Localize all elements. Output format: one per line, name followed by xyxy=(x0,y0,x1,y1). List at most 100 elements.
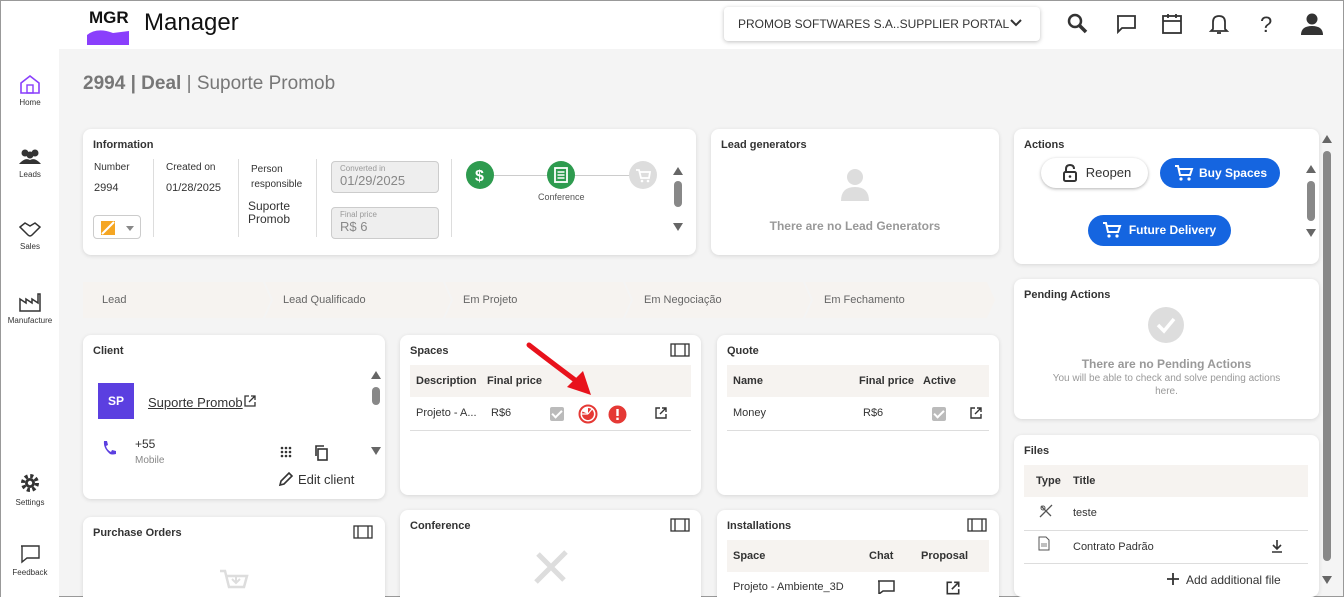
gear-icon xyxy=(21,474,39,492)
drafting-tools-icon xyxy=(1039,504,1053,518)
deal-type: Deal xyxy=(141,73,182,94)
created-value: 01/28/2025 xyxy=(166,182,222,194)
cart-placeholder-icon xyxy=(220,569,249,589)
page-title: 2994 | Deal | Suporte Promob xyxy=(83,73,335,95)
handshake-icon xyxy=(18,222,42,237)
pipeline-stage-lead[interactable]: Lead xyxy=(102,282,126,318)
sidebar-item-feedback[interactable]: Feedback xyxy=(1,543,59,577)
download-icon[interactable] xyxy=(1270,539,1284,553)
step-connector xyxy=(493,175,553,176)
information-card: Information Number 2994 Created on 01/28… xyxy=(83,129,696,255)
chat-icon[interactable] xyxy=(877,580,895,594)
alert-icon[interactable] xyxy=(608,405,627,424)
buy-spaces-button[interactable]: Buy Spaces xyxy=(1160,158,1280,188)
external-link-icon[interactable] xyxy=(969,406,983,420)
chat-icon[interactable] xyxy=(1113,11,1139,37)
calendar-icon[interactable] xyxy=(1159,11,1185,37)
quote-table-header: Name Final price Active xyxy=(727,365,989,397)
scrollbar-thumb[interactable] xyxy=(1307,181,1315,221)
check-circle-icon xyxy=(1148,307,1184,343)
deal-name: Suporte Promob xyxy=(196,73,336,94)
copy-icon[interactable] xyxy=(314,445,330,461)
app-title: Manager xyxy=(144,9,239,36)
row-divider xyxy=(727,430,989,431)
external-link-icon[interactable] xyxy=(945,580,961,596)
caret-down-icon xyxy=(126,226,134,231)
future-delivery-button[interactable]: Future Delivery xyxy=(1088,215,1231,246)
dialpad-icon[interactable] xyxy=(280,446,292,460)
title-separator: | xyxy=(186,73,192,94)
svg-text:?: ? xyxy=(1260,12,1272,37)
reopen-button[interactable]: Reopen xyxy=(1041,158,1148,188)
quote-title: Quote xyxy=(727,345,759,357)
help-icon[interactable]: ? xyxy=(1253,11,1279,37)
add-file-button[interactable]: Add additional file xyxy=(1166,572,1281,587)
step-connector xyxy=(573,175,633,176)
deal-id: 2994 xyxy=(83,73,126,94)
pipeline-stage-em-projeto[interactable]: Em Projeto xyxy=(463,282,517,318)
portal-select[interactable]: PROMOB SOFTWARES S.A..SUPPLIER PORTAL xyxy=(724,7,1040,41)
file-title[interactable]: teste xyxy=(1073,507,1097,519)
pipeline-stage-em-fechamento[interactable]: Em Fechamento xyxy=(824,282,905,318)
person-placeholder-icon xyxy=(841,169,869,201)
dollar-icon[interactable]: $ xyxy=(466,161,494,189)
scroll-up-icon[interactable] xyxy=(371,371,381,379)
document-icon[interactable] xyxy=(547,161,575,189)
pipeline-stage-lead-qualificado[interactable]: Lead Qualificado xyxy=(283,282,366,318)
edit-client-button[interactable]: Edit client xyxy=(278,471,354,487)
step-label: Conference xyxy=(538,192,585,202)
actions-title: Actions xyxy=(1024,139,1065,151)
sidebar-item-home[interactable]: Home xyxy=(1,73,59,107)
pie-chart-icon[interactable] xyxy=(578,404,598,424)
expand-panel-icon[interactable] xyxy=(353,525,373,539)
quote-active-checkbox[interactable] xyxy=(932,407,946,421)
page-scrollbar-thumb[interactable] xyxy=(1323,151,1331,561)
file-title[interactable]: Contrato Padrão xyxy=(1073,541,1154,553)
person-value-line: Promob xyxy=(248,212,291,226)
conference-card: Conference xyxy=(400,510,701,597)
client-name-link[interactable]: Suporte Promob xyxy=(148,395,243,410)
page-scroll-down-icon[interactable] xyxy=(1322,576,1332,584)
sidebar-item-label: Feedback xyxy=(12,568,48,577)
app-logo[interactable]: MGR xyxy=(83,3,131,47)
space-description: Projeto - A... xyxy=(416,407,477,419)
expand-panel-icon[interactable] xyxy=(967,518,987,532)
scrollbar-thumb[interactable] xyxy=(372,387,380,405)
user-icon[interactable] xyxy=(1299,11,1325,37)
chevron-down-icon xyxy=(1010,19,1022,27)
pipeline-stage-em-negociacao[interactable]: Em Negociação xyxy=(644,282,722,318)
image-dropdown[interactable] xyxy=(93,215,141,239)
sidebar-item-sales[interactable]: Sales xyxy=(1,219,59,251)
external-link-icon[interactable] xyxy=(243,394,257,408)
scroll-up-icon[interactable] xyxy=(1306,165,1316,173)
scroll-down-icon[interactable] xyxy=(371,447,381,455)
search-icon[interactable] xyxy=(1065,11,1091,37)
scroll-down-icon[interactable] xyxy=(673,223,683,231)
scrollbar-thumb[interactable] xyxy=(674,181,682,207)
scroll-up-icon[interactable] xyxy=(673,167,683,175)
external-link-icon[interactable] xyxy=(654,406,668,420)
sidebar-item-label: Sales xyxy=(19,242,40,251)
top-header: MGR Manager PROMOB SOFTWARES S.A..SUPPLI… xyxy=(1,1,1343,49)
pending-hint-line: You will be able to check and solve pend… xyxy=(1052,373,1281,384)
scroll-down-icon[interactable] xyxy=(1306,229,1316,237)
files-title: Files xyxy=(1024,445,1050,457)
final-price-value: R$ 6 xyxy=(340,219,368,234)
page-scroll-up-icon[interactable] xyxy=(1322,135,1332,143)
cart-icon[interactable] xyxy=(629,161,657,189)
expand-panel-icon[interactable] xyxy=(670,518,690,532)
lead-generators-empty: There are no Lead Generators xyxy=(769,219,941,233)
sidebar-item-settings[interactable]: Settings xyxy=(1,471,59,507)
edit-client-label: Edit client xyxy=(298,472,355,487)
sidebar-item-leads[interactable]: Leads xyxy=(1,147,59,179)
col-type: Type xyxy=(1036,475,1061,487)
sidebar-item-manufacture[interactable]: Manufacture xyxy=(1,291,59,325)
space-price: R$6 xyxy=(491,407,512,419)
pending-hint: You will be able to check and solve pend… xyxy=(1014,372,1319,398)
col-active: Active xyxy=(923,375,957,387)
client-avatar: SP xyxy=(98,383,134,419)
bell-icon[interactable] xyxy=(1206,11,1232,37)
expand-panel-icon[interactable] xyxy=(670,343,690,357)
phone-icon[interactable] xyxy=(101,439,119,457)
space-checkbox[interactable] xyxy=(550,407,564,421)
